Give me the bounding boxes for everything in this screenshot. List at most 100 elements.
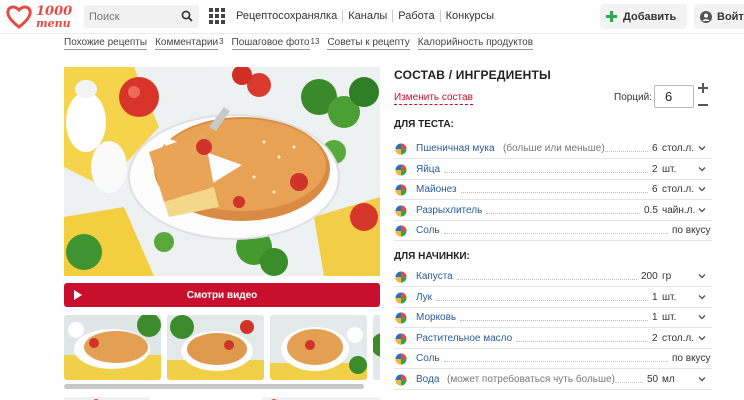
dotted-leader xyxy=(436,299,648,301)
ingredient-chart-icon[interactable] xyxy=(395,353,407,365)
thumbnail-3[interactable] xyxy=(270,315,367,380)
dotted-leader xyxy=(460,320,648,321)
chevron-down-icon[interactable] xyxy=(698,165,706,173)
subnav-step-photo[interactable]: Пошаговое фото xyxy=(231,37,310,50)
search-input[interactable] xyxy=(84,5,174,28)
subnav-calories[interactable]: Калорийность продуктов xyxy=(417,37,534,50)
search-icon[interactable] xyxy=(181,10,193,22)
ingredient-unit: стол.л. xyxy=(662,143,695,154)
ingredient-unit: по вкусу xyxy=(672,225,711,236)
ingredient-chart-icon[interactable] xyxy=(395,143,407,155)
portions-increase-icon[interactable] xyxy=(698,83,708,93)
ingredient-chart-icon[interactable] xyxy=(395,225,407,237)
ingredient-amount: 2 xyxy=(652,332,658,344)
user-icon xyxy=(700,10,712,23)
chevron-down-icon[interactable] xyxy=(698,206,706,214)
logo-text-bottom: menu xyxy=(36,17,71,30)
site-logo[interactable]: 1000 menu xyxy=(6,2,76,32)
ingredient-chart-icon[interactable] xyxy=(395,164,407,176)
ingredient-amount: 1 xyxy=(652,312,658,323)
heart-logo-icon xyxy=(6,5,32,29)
ingredient-row: Лук 1 шт. xyxy=(394,288,712,308)
play-icon xyxy=(74,290,82,300)
pie-photo-illustration xyxy=(64,67,380,276)
nav-link-channels[interactable]: Каналы xyxy=(342,10,392,22)
plus-icon xyxy=(606,11,617,22)
add-button-label: Добавить xyxy=(623,10,677,23)
portions-decrease-icon[interactable] xyxy=(698,104,708,106)
ingredient-name[interactable]: Яйца xyxy=(416,164,440,175)
nav-link-recipe-saver[interactable]: Рецептосохранялка xyxy=(236,10,342,22)
watch-video-label: Смотри видео xyxy=(186,289,258,301)
ingredient-name[interactable]: Капуста xyxy=(416,271,453,282)
portions-label: Порций: xyxy=(614,92,652,103)
chevron-down-icon[interactable] xyxy=(698,272,706,280)
ingredient-name[interactable]: Майонез xyxy=(416,184,457,195)
search-box xyxy=(84,5,199,28)
chevron-down-icon[interactable] xyxy=(698,185,706,193)
chevron-down-icon[interactable] xyxy=(698,313,706,321)
ingredient-unit: шт. xyxy=(662,163,677,175)
portions-input[interactable]: 6 xyxy=(654,85,694,108)
ingredient-row: Пшеничная мука (больше или меньше) 6 стол.л… xyxy=(394,139,712,159)
ingredient-row: Яйца 2 шт. xyxy=(394,160,712,180)
ingredient-chart-icon[interactable] xyxy=(395,271,407,283)
chevron-down-icon[interactable] xyxy=(698,293,706,301)
ingredient-chart-icon[interactable] xyxy=(395,205,407,217)
subnav-similar-recipes[interactable]: Похожие рецепты xyxy=(64,37,148,50)
chevron-down-icon[interactable] xyxy=(698,144,706,152)
ingredient-row: Разрыхлитель 0.5 чайн.л. xyxy=(394,201,712,221)
dotted-leader xyxy=(486,212,640,214)
thumbnail-1[interactable] xyxy=(64,315,161,380)
login-button[interactable]: Войти xyxy=(694,4,744,29)
ingredient-unit: шт. xyxy=(662,291,677,303)
ingredients-title: СОСТАВ / ИНГРЕДИЕНТЫ xyxy=(394,68,551,82)
ingredient-chart-icon[interactable] xyxy=(395,374,407,386)
apps-grid-icon[interactable] xyxy=(209,8,225,24)
thumbnail-controls xyxy=(64,393,380,400)
ingredient-name[interactable]: Разрыхлитель xyxy=(416,205,482,216)
dotted-leader xyxy=(615,381,643,383)
ingredient-name[interactable]: Пшеничная мука xyxy=(416,143,495,154)
ingredient-name[interactable]: Соль xyxy=(416,225,440,236)
ingredient-unit: гр xyxy=(662,271,672,282)
nav-link-jobs[interactable]: Работа xyxy=(392,10,439,22)
ingredient-amount: 0.5 xyxy=(644,204,658,216)
thumbnail-2[interactable] xyxy=(167,315,264,380)
chevron-down-icon[interactable] xyxy=(698,375,706,383)
watch-video-button[interactable]: Смотри видео xyxy=(64,283,380,307)
recipe-subnav: Похожие рецепты Комментарии 3 Пошаговое ф… xyxy=(64,37,541,50)
nav-link-contests[interactable]: Конкурсы xyxy=(439,10,499,22)
ingredient-chart-icon[interactable] xyxy=(395,184,407,196)
subnav-comments[interactable]: Комментарии xyxy=(155,37,219,50)
ingredient-row: Вода (может потребоваться чуть больше) 50 м… xyxy=(394,370,712,390)
ingredient-chart-icon[interactable] xyxy=(395,333,407,345)
thumbnails-scrollbar[interactable] xyxy=(64,384,364,389)
ingredient-note: (больше или меньше) xyxy=(503,143,605,154)
ingredient-name[interactable]: Соль xyxy=(416,353,440,364)
change-ingredients-link[interactable]: Изменить состав xyxy=(394,92,473,105)
ingredient-name[interactable]: Морковь xyxy=(416,312,456,323)
ingredient-unit: мл xyxy=(662,373,675,385)
recipe-main-photo[interactable] xyxy=(64,67,380,276)
ingredient-amount: 2 xyxy=(652,163,658,175)
ingredient-chart-icon[interactable] xyxy=(395,292,407,304)
thumbnail-4[interactable] xyxy=(373,315,380,380)
dotted-leader xyxy=(444,171,648,173)
chevron-down-icon[interactable] xyxy=(698,334,706,342)
ingredient-row: Соль по вкусу xyxy=(394,349,712,369)
comments-count: 3 xyxy=(219,37,224,46)
ingredient-unit: чайн.л. xyxy=(662,204,696,216)
ingredient-name[interactable]: Растительное масло xyxy=(416,333,512,344)
ingredient-row: Соль по вкусу xyxy=(394,221,712,241)
ingredient-amount: 50 xyxy=(647,373,659,385)
subnav-tips[interactable]: Советы к рецепту xyxy=(327,37,410,50)
ingredient-amount: 1 xyxy=(652,291,658,303)
ingredient-unit: по вкусу xyxy=(672,353,711,364)
ingredient-name[interactable]: Лук xyxy=(416,292,432,303)
add-button[interactable]: Добавить xyxy=(600,4,687,29)
ingredient-unit: шт. xyxy=(662,312,677,323)
ingredient-name[interactable]: Вода xyxy=(416,374,439,385)
dotted-leader xyxy=(461,192,648,193)
ingredient-chart-icon[interactable] xyxy=(395,312,407,324)
